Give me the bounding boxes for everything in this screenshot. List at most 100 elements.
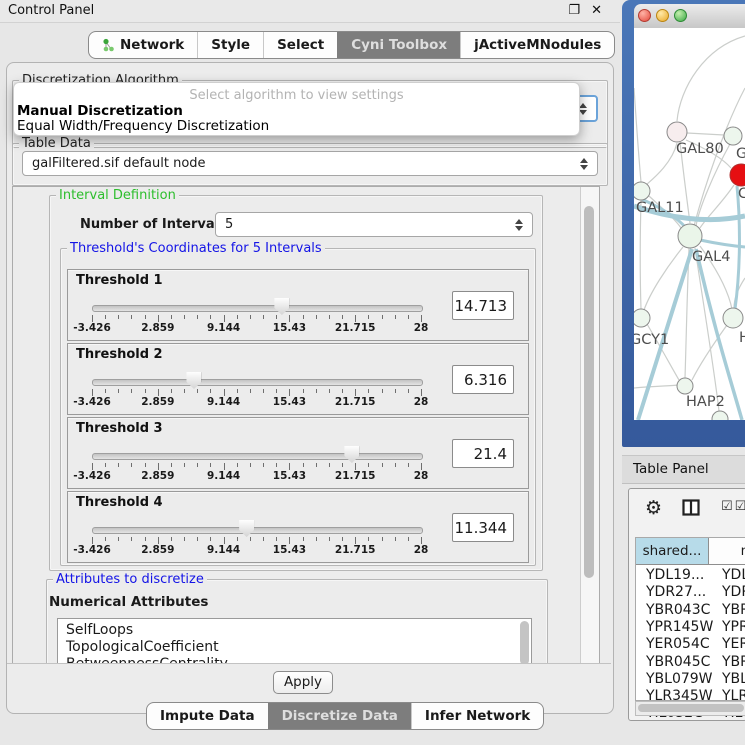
network-node-label: C <box>738 186 745 202</box>
column-header-shared-name[interactable]: shared... <box>636 538 709 565</box>
tab-discretize-data[interactable]: Discretize Data <box>268 703 411 729</box>
apply-button[interactable]: Apply <box>273 671 333 694</box>
menu-item-manual-discretization[interactable]: Manual Discretization <box>17 103 183 119</box>
column-header-name[interactable]: na <box>709 538 745 565</box>
slider-track[interactable] <box>92 453 423 460</box>
slider-tick-label: 15.43 <box>273 322 306 334</box>
table-panel: ⚙ ☑☑ shared... na YDL19...YDL1YDR27...YD… <box>628 488 745 721</box>
tab-infer-network[interactable]: Infer Network <box>411 703 543 729</box>
close-traffic-light-icon[interactable] <box>638 9 651 22</box>
table-row[interactable]: YBR043CYBR0 <box>636 602 745 619</box>
tab-select[interactable]: Select <box>263 32 337 58</box>
slider-track[interactable] <box>92 305 423 312</box>
table-row[interactable]: YER054CYER0 <box>636 636 745 653</box>
network-edge <box>646 143 677 185</box>
tab-jactivemnodules[interactable]: jActiveMNodules <box>460 32 614 58</box>
slider-tick <box>224 463 225 470</box>
interval-definition-group: Interval Definition Number of Intervals … <box>49 195 543 571</box>
slider-track[interactable] <box>92 527 423 534</box>
main-scrollbar-track[interactable] <box>580 187 599 664</box>
slider-track[interactable] <box>92 379 423 386</box>
slider-tick <box>355 389 356 396</box>
network-node-gal4[interactable] <box>678 224 702 248</box>
threshold-value-field[interactable]: 6.316 <box>452 365 514 394</box>
number-of-intervals-combobox[interactable]: 5 <box>215 212 533 237</box>
table-row[interactable]: YPR145WYPR1 <box>636 619 745 636</box>
table-row[interactable]: YBR045CYBR0 <box>636 654 745 671</box>
network-node-gal80[interactable] <box>667 122 687 142</box>
network-canvas[interactable]: GAL80GCGAL11GAL4GCY1HHAP2 <box>634 28 745 420</box>
top-tabbar: NetworkStyleSelectCyni ToolboxjActiveMNo… <box>88 31 615 59</box>
cell-name: YPR1 <box>722 619 745 636</box>
slider-tick <box>92 537 93 544</box>
close-icon[interactable]: ✕ <box>591 3 602 18</box>
minimize-traffic-light-icon[interactable] <box>656 9 669 22</box>
network-node-gcy1[interactable] <box>634 309 650 327</box>
slider-tick <box>171 389 172 393</box>
numerical-attributes-list[interactable]: SelfLoopsTopologicalCoefficientBetweenne… <box>57 618 532 665</box>
float-window-icon[interactable]: ❐ <box>568 3 580 18</box>
slider-tick <box>355 537 356 544</box>
combo-arrows-icon <box>515 219 524 231</box>
tab-network[interactable]: Network <box>89 32 197 58</box>
network-window: GAL80GCGAL11GAL4GCY1HHAP2 <box>622 0 745 447</box>
list-scrollbar-thumb[interactable] <box>520 621 529 665</box>
slider-tick-label: 15.43 <box>273 544 306 556</box>
slider-tick <box>263 463 264 467</box>
slider-tick <box>184 537 185 541</box>
menu-item-equal-width-discretization[interactable]: Equal Width/Frequency Discretization <box>17 118 269 134</box>
network-node[interactable] <box>712 411 728 420</box>
network-node-h[interactable] <box>723 308 743 328</box>
table-hscrollbar-thumb[interactable] <box>638 704 744 712</box>
list-item-topologicalcoefficient[interactable]: TopologicalCoefficient <box>58 639 531 656</box>
slider-thumb[interactable] <box>239 520 254 537</box>
threshold-value-field[interactable]: 21.4 <box>452 439 514 468</box>
slider-tick <box>184 463 185 467</box>
slider-thumb[interactable] <box>186 372 201 389</box>
tab-label: Impute Data <box>160 708 255 724</box>
threshold-value-field[interactable]: 11.344 <box>452 513 514 542</box>
columns-icon[interactable] <box>682 499 700 516</box>
checkbox-columns-icon[interactable]: ☑☑ <box>721 499 745 514</box>
network-node-hap2[interactable] <box>677 378 693 394</box>
main-scrollbar-thumb[interactable] <box>584 206 594 578</box>
slider-tick <box>118 315 119 319</box>
slider-tick <box>316 389 317 393</box>
tab-label: Discretize Data <box>282 708 398 724</box>
slider-tick-label: 21.715 <box>335 470 376 482</box>
gear-icon[interactable]: ⚙ <box>645 497 662 519</box>
slider-tick <box>342 389 343 393</box>
slider-tick <box>210 463 211 467</box>
table-data-combobox[interactable]: galFiltered.sif default node <box>22 151 598 176</box>
slider-tick <box>263 315 264 319</box>
cell-shared-name: YER054C <box>646 636 710 653</box>
slider-tick <box>276 315 277 319</box>
slider-tick <box>197 389 198 393</box>
slider-tick <box>421 537 422 544</box>
threshold-panel-3: Threshold 3-3.4262.8599.14415.4321.71528… <box>67 417 529 489</box>
threshold-label: Threshold 4 <box>76 495 163 510</box>
table-row[interactable]: YDL19...YDL1 <box>636 567 745 584</box>
slider-tick-label: -3.426 <box>73 470 111 482</box>
slider-tick <box>408 389 409 393</box>
network-window-titlebar[interactable] <box>634 4 745 29</box>
slider-tick <box>118 389 119 393</box>
tab-impute-data[interactable]: Impute Data <box>147 703 268 729</box>
slider-tick <box>342 315 343 319</box>
slider-tick <box>197 537 198 541</box>
table-row[interactable]: YDR27...YDR2 <box>636 584 745 601</box>
table-row[interactable]: YBL079WYBL0 <box>636 671 745 688</box>
network-node-g[interactable] <box>724 127 742 145</box>
threshold-value-field[interactable]: 14.713 <box>452 291 514 320</box>
slider-thumb[interactable] <box>344 446 359 463</box>
network-node-c[interactable] <box>730 164 745 186</box>
slider-tick <box>250 463 251 467</box>
table-hscrollbar-track[interactable] <box>635 701 745 716</box>
tab-cyni-toolbox[interactable]: Cyni Toolbox <box>337 32 460 58</box>
zoom-traffic-light-icon[interactable] <box>674 9 687 22</box>
tab-style[interactable]: Style <box>197 32 263 58</box>
list-item-selfloops[interactable]: SelfLoops <box>58 622 531 639</box>
slider-thumb[interactable] <box>274 298 289 315</box>
network-node-gal11[interactable] <box>634 182 650 200</box>
threshold-panel-1: Threshold 1-3.4262.8599.14415.4321.71528… <box>67 269 529 341</box>
